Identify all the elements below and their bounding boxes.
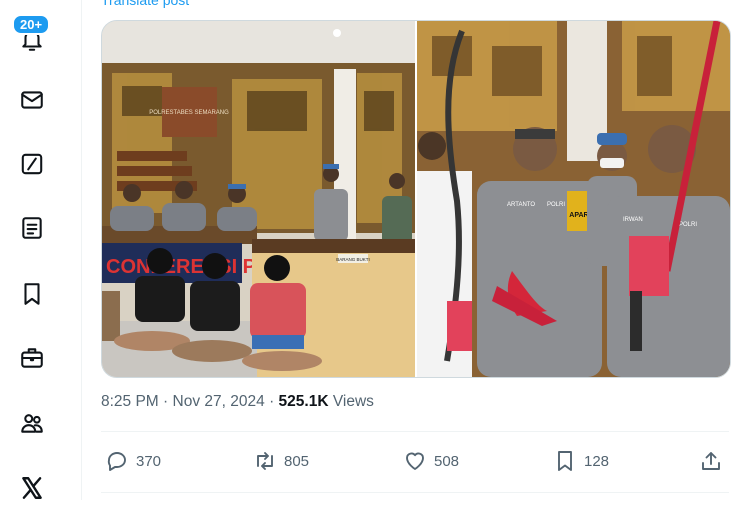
meta-separator: · (163, 393, 169, 410)
tweet-date[interactable]: Nov 27, 2024 (173, 393, 265, 410)
press-conference-photo: POLRESTABES SEMARANG CONFERENSI PERS BAR… (102, 21, 415, 377)
tweet-action-bar: 370 805 508 128 (101, 446, 729, 476)
tweet-meta-line: 8:25 PM · Nov 27, 2024 · 525.1K Views (101, 393, 374, 411)
heart-icon (406, 452, 424, 470)
x-home-nav-item[interactable] (14, 470, 50, 506)
reply-icon (107, 452, 126, 471)
divider (101, 492, 729, 493)
bookmarks-nav-item[interactable] (14, 276, 50, 312)
meta-separator: · (269, 393, 275, 410)
tweet-time[interactable]: 8:25 PM (101, 393, 159, 410)
officer1-tag: POLRI (547, 202, 565, 208)
notifications-badge: 20+ (12, 14, 51, 35)
lists-nav-item[interactable] (14, 210, 50, 246)
officer1-name: ARTANTO (507, 202, 535, 208)
lists-icon (22, 217, 42, 239)
communities-icon (21, 414, 43, 433)
wall-sign-text: POLRESTABES SEMARANG (149, 110, 229, 116)
jobs-icon (21, 348, 43, 368)
bookmark-icon (558, 451, 572, 471)
bookmark-button[interactable]: 128 (553, 446, 609, 476)
messages-icon (21, 91, 43, 109)
share-button[interactable] (699, 446, 723, 476)
bookmarks-icon (24, 283, 40, 305)
grok-icon (21, 153, 43, 175)
repost-count: 805 (284, 452, 310, 470)
repost-button[interactable]: 805 (253, 446, 309, 476)
messages-nav-item[interactable] (14, 82, 50, 118)
views-label: Views (332, 393, 374, 410)
media-photo-left[interactable]: POLRESTABES SEMARANG CONFERENSI PERS BAR… (102, 21, 415, 377)
divider (101, 431, 729, 432)
x-logo-icon (22, 477, 42, 499)
views-count[interactable]: 525.1K (279, 393, 329, 410)
desk-sign-text: BARANG BUKTI (336, 257, 370, 262)
officer2-name: IRWAN (623, 217, 643, 223)
media-photo-right[interactable]: APARAN ARTANTO POLRI IRWAN POLRI (417, 21, 730, 377)
communities-nav-item[interactable] (14, 405, 50, 441)
jobs-nav-item[interactable] (14, 340, 50, 376)
officer2-tag: POLRI (679, 222, 697, 228)
repost-icon (257, 452, 273, 470)
tweet-media-grid: POLRESTABES SEMARANG CONFERENSI PERS BAR… (101, 20, 731, 378)
like-button[interactable]: 508 (403, 446, 459, 476)
officers-with-weapons-photo: APARAN ARTANTO POLRI IRWAN POLRI (417, 21, 730, 377)
bookmark-count: 128 (584, 452, 610, 470)
share-icon (702, 452, 720, 470)
grok-nav-item[interactable] (14, 146, 50, 182)
translate-post-link[interactable]: Translate post (101, 0, 189, 8)
left-nav-rail: 20+ (0, 0, 82, 500)
reply-button[interactable]: 370 (105, 446, 161, 476)
like-count: 508 (434, 452, 460, 470)
reply-count: 370 (136, 452, 162, 470)
